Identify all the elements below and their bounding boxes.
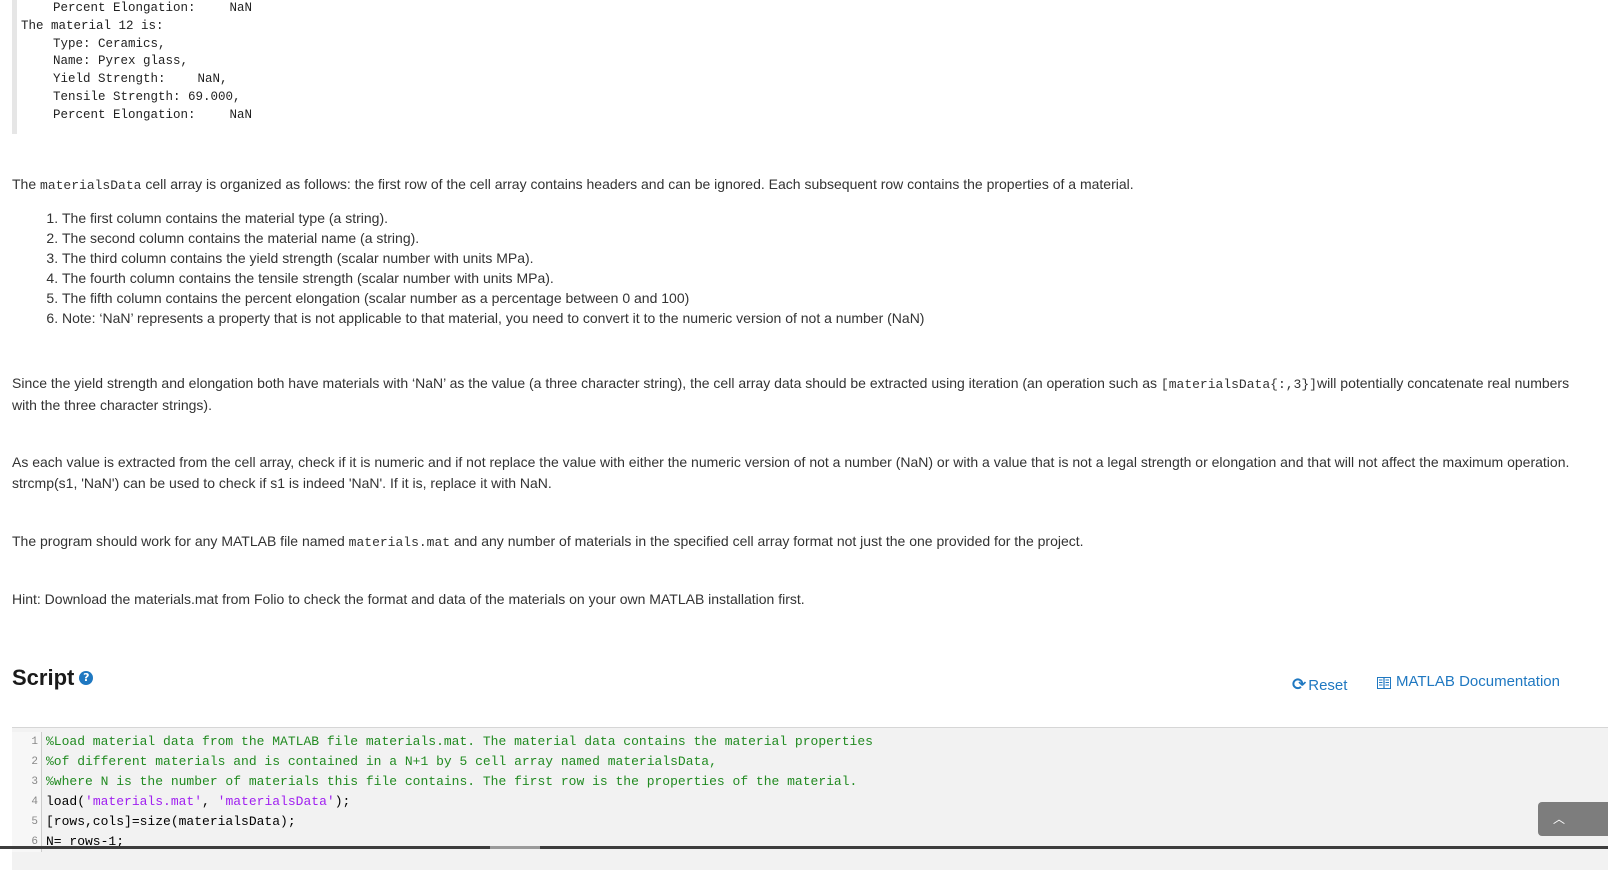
list-item: The second column contains the material … [62, 228, 924, 248]
inline-code: [materialsData{:,3}] [1160, 377, 1317, 392]
code-text[interactable]: %where N is the number of materials this… [42, 772, 857, 792]
horizontal-scrollbar[interactable] [0, 846, 1608, 849]
output-line: Type: Ceramics, [21, 36, 321, 54]
intro-text: cell array is organized as follows: the … [141, 176, 1134, 192]
output-line: Tensile Strength: 69.000, [21, 89, 321, 107]
code-comment: %of different materials and is contained… [46, 754, 717, 769]
scroll-top-button[interactable]: ︿ [1538, 802, 1608, 836]
code-string: 'materialsData' [217, 794, 335, 809]
code-line[interactable]: 6 N= rows-1; [12, 832, 1608, 852]
output-value: NaN [229, 1, 253, 15]
output-line: The material 12 is: [21, 18, 321, 36]
page: Percent Elongation: NaN The material 12 i… [0, 0, 1608, 870]
line-number: 1 [12, 732, 42, 752]
script-heading: Script ? [12, 665, 94, 691]
list-item: Note: ‘NaN’ represents a property that i… [62, 308, 924, 328]
code-token: ); [334, 794, 351, 809]
output-label: Percent Elongation: [53, 107, 196, 122]
check-paragraph: As each value is extracted from the cell… [12, 454, 1570, 491]
inline-code: materialsData [40, 178, 142, 193]
script-title: Script [12, 665, 75, 690]
reset-button[interactable]: ⟳ Reset [1292, 675, 1347, 695]
program-paragraph: The program should work for any MATLAB f… [12, 531, 1572, 553]
paragraph-text: and any number of materials in the speci… [450, 533, 1084, 549]
intro-text: The [12, 176, 41, 192]
output-label: Yield Strength: [53, 72, 166, 87]
matlab-documentation-link[interactable]: MATLAB Documentation [1377, 673, 1560, 690]
code-line[interactable]: 3 %where N is the number of materials thi… [12, 772, 1608, 792]
code-token: , [202, 794, 218, 809]
list-item: The third column contains the yield stre… [62, 248, 924, 268]
code-line[interactable]: 2 %of different materials and is containe… [12, 752, 1608, 772]
output-label: Type: Ceramics, [53, 36, 166, 51]
output-line: Percent Elongation: NaN [21, 0, 321, 18]
hint-paragraph: Hint: Download the materials.mat from Fo… [12, 591, 805, 607]
list-item: The fifth column contains the percent el… [62, 288, 924, 308]
code-string: 'materials.mat' [85, 794, 203, 809]
code-text[interactable]: %of different materials and is contained… [42, 752, 717, 772]
book-icon [1377, 676, 1391, 689]
output-value: NaN [229, 107, 253, 122]
paragraph-text: The program should work for any MATLAB f… [12, 533, 349, 549]
line-number: 2 [12, 752, 42, 772]
code-line[interactable]: 1 %Load material data from the MATLAB fil… [12, 732, 1608, 752]
code-line[interactable]: 4 load('materials.mat', 'materialsData'); [12, 792, 1608, 812]
code-token: load( [46, 794, 86, 809]
code-text[interactable]: load('materials.mat', 'materialsData'); [42, 792, 350, 812]
documentation-label: MATLAB Documentation [1396, 673, 1560, 690]
list-item: The first column contains the material t… [62, 208, 924, 228]
line-number: 4 [12, 792, 42, 812]
output-label: Percent Elongation: [53, 1, 196, 15]
line-number: 3 [12, 772, 42, 792]
line-number: 5 [12, 812, 42, 832]
code-token: [rows,cols]=size(materialsData); [46, 814, 296, 829]
code-line[interactable]: 5 [rows,cols]=size(materialsData); [12, 812, 1608, 832]
output-label: Name: Pyrex glass, [53, 54, 189, 69]
code-comment: %where N is the number of materials this… [46, 774, 858, 789]
paragraph-text: Since the yield strength and elongation … [12, 375, 1161, 391]
chevron-up-icon: ︿ [1552, 812, 1565, 826]
code-text[interactable]: N= rows-1; [42, 832, 124, 852]
reset-label: Reset [1308, 676, 1348, 694]
code-comment: %Load material data from the MATLAB file… [46, 734, 873, 749]
line-number: 6 [12, 832, 42, 852]
code-lines[interactable]: 1 %Load material data from the MATLAB fil… [12, 728, 1608, 852]
help-icon[interactable]: ? [79, 671, 94, 685]
scrollbar-thumb[interactable] [490, 846, 540, 849]
list-item: The fourth column contains the tensile s… [62, 268, 924, 288]
column-description-list: The first column contains the material t… [20, 208, 924, 328]
code-text[interactable]: %Load material data from the MATLAB file… [42, 732, 873, 752]
output-label: Tensile Strength: 69.000, [53, 89, 241, 104]
reset-icon: ⟳ [1292, 675, 1307, 695]
inline-code: materials.mat [348, 535, 451, 550]
output-value: NaN, [197, 72, 228, 87]
output-label: The material 12 is: [21, 18, 164, 33]
intro-paragraph: The materialsData cell array is organize… [12, 174, 1572, 196]
output-line: Name: Pyrex glass, [21, 53, 321, 71]
code-text[interactable]: [rows,cols]=size(materialsData); [42, 812, 296, 832]
iteration-paragraph: Since the yield strength and elongation … [12, 373, 1572, 416]
output-line: Percent Elongation: NaN [21, 107, 321, 125]
output-line: Yield Strength: NaN, [21, 71, 321, 89]
output-listing: Percent Elongation: NaN The material 12 i… [12, 0, 321, 134]
